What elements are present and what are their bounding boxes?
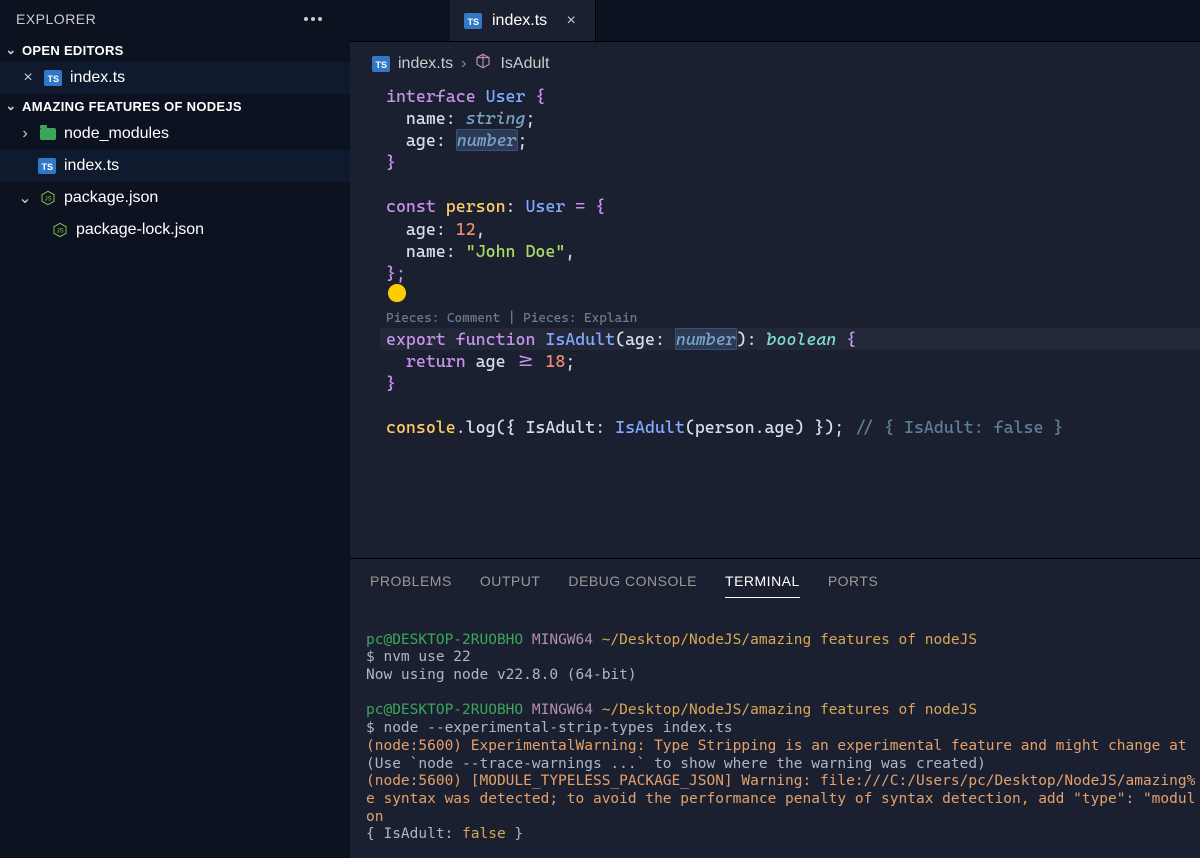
chevron-right-icon: › <box>18 125 32 143</box>
ts-file-icon <box>44 70 62 86</box>
breadcrumb[interactable]: index.ts › IsAdult <box>350 42 1200 85</box>
file-tree: › node_modules index.ts ⌄ JS package.jso… <box>0 118 350 246</box>
breadcrumb-file[interactable]: index.ts <box>398 55 453 73</box>
chevron-right-icon: › <box>461 55 466 73</box>
tab-debug-console[interactable]: DEBUG CONSOLE <box>568 573 697 598</box>
explorer-header: EXPLORER <box>0 0 350 38</box>
open-editors-label: OPEN EDITORS <box>22 43 124 58</box>
npm-icon: JS <box>40 190 56 206</box>
ts-file-icon <box>372 56 390 72</box>
tree-label: package-lock.json <box>76 221 204 239</box>
editor-tabbar: index.ts × <box>350 0 1200 42</box>
tree-label: node_modules <box>64 125 169 143</box>
tab-ports[interactable]: PORTS <box>828 573 878 598</box>
panel-tabs: PROBLEMS OUTPUT DEBUG CONSOLE TERMINAL P… <box>350 559 1200 600</box>
folder-icon <box>40 128 56 140</box>
symbol-icon <box>474 52 492 75</box>
ts-file-icon <box>38 158 56 174</box>
tab-output[interactable]: OUTPUT <box>480 573 541 598</box>
explorer-sidebar: EXPLORER ⌄ OPEN EDITORS × index.ts ⌄ AMA… <box>0 0 350 858</box>
code-editor[interactable]: interface User { name: string; age: numb… <box>350 85 1200 558</box>
npm-icon: JS <box>52 222 68 238</box>
open-editor-item[interactable]: × index.ts <box>0 62 350 94</box>
svg-text:JS: JS <box>57 229 64 235</box>
ts-file-icon <box>464 13 482 29</box>
terminal[interactable]: pc@DESKTOP-2RUOBHO MINGW64 ~/Desktop/Nod… <box>350 600 1200 858</box>
chevron-down-icon: ⌄ <box>4 42 18 58</box>
more-actions-icon[interactable] <box>298 11 328 27</box>
open-editor-filename: index.ts <box>70 69 125 87</box>
workspace-section[interactable]: ⌄ AMAZING FEATURES OF NODEJS <box>0 94 350 118</box>
tree-file-index-ts[interactable]: index.ts <box>0 150 350 182</box>
tree-folder-node-modules[interactable]: › node_modules <box>0 118 350 150</box>
tree-label: package.json <box>64 189 158 207</box>
svg-text:JS: JS <box>45 197 52 203</box>
tab-filename: index.ts <box>492 12 547 30</box>
tab-problems[interactable]: PROBLEMS <box>370 573 452 598</box>
tree-file-package-lock[interactable]: JS package-lock.json <box>0 214 350 246</box>
close-icon[interactable]: × <box>563 12 579 30</box>
chevron-down-icon: ⌄ <box>18 188 32 208</box>
lightbulb-icon[interactable] <box>388 284 406 302</box>
breadcrumb-symbol[interactable]: IsAdult <box>500 55 549 73</box>
workspace-label: AMAZING FEATURES OF NODEJS <box>22 99 242 114</box>
tree-file-package-json[interactable]: ⌄ JS package.json <box>0 182 350 214</box>
editor-area: index.ts × index.ts › IsAdult interface … <box>350 0 1200 858</box>
explorer-title: EXPLORER <box>16 11 96 27</box>
codelens[interactable]: Pieces: Comment | Pieces: Explain <box>380 311 1200 328</box>
tree-label: index.ts <box>64 157 119 175</box>
chevron-down-icon: ⌄ <box>4 98 18 114</box>
tab-terminal[interactable]: TERMINAL <box>725 573 800 598</box>
bottom-panel: PROBLEMS OUTPUT DEBUG CONSOLE TERMINAL P… <box>350 558 1200 858</box>
tab-index-ts[interactable]: index.ts × <box>450 0 596 41</box>
open-editors-section[interactable]: ⌄ OPEN EDITORS <box>0 38 350 62</box>
close-icon[interactable]: × <box>20 69 36 87</box>
